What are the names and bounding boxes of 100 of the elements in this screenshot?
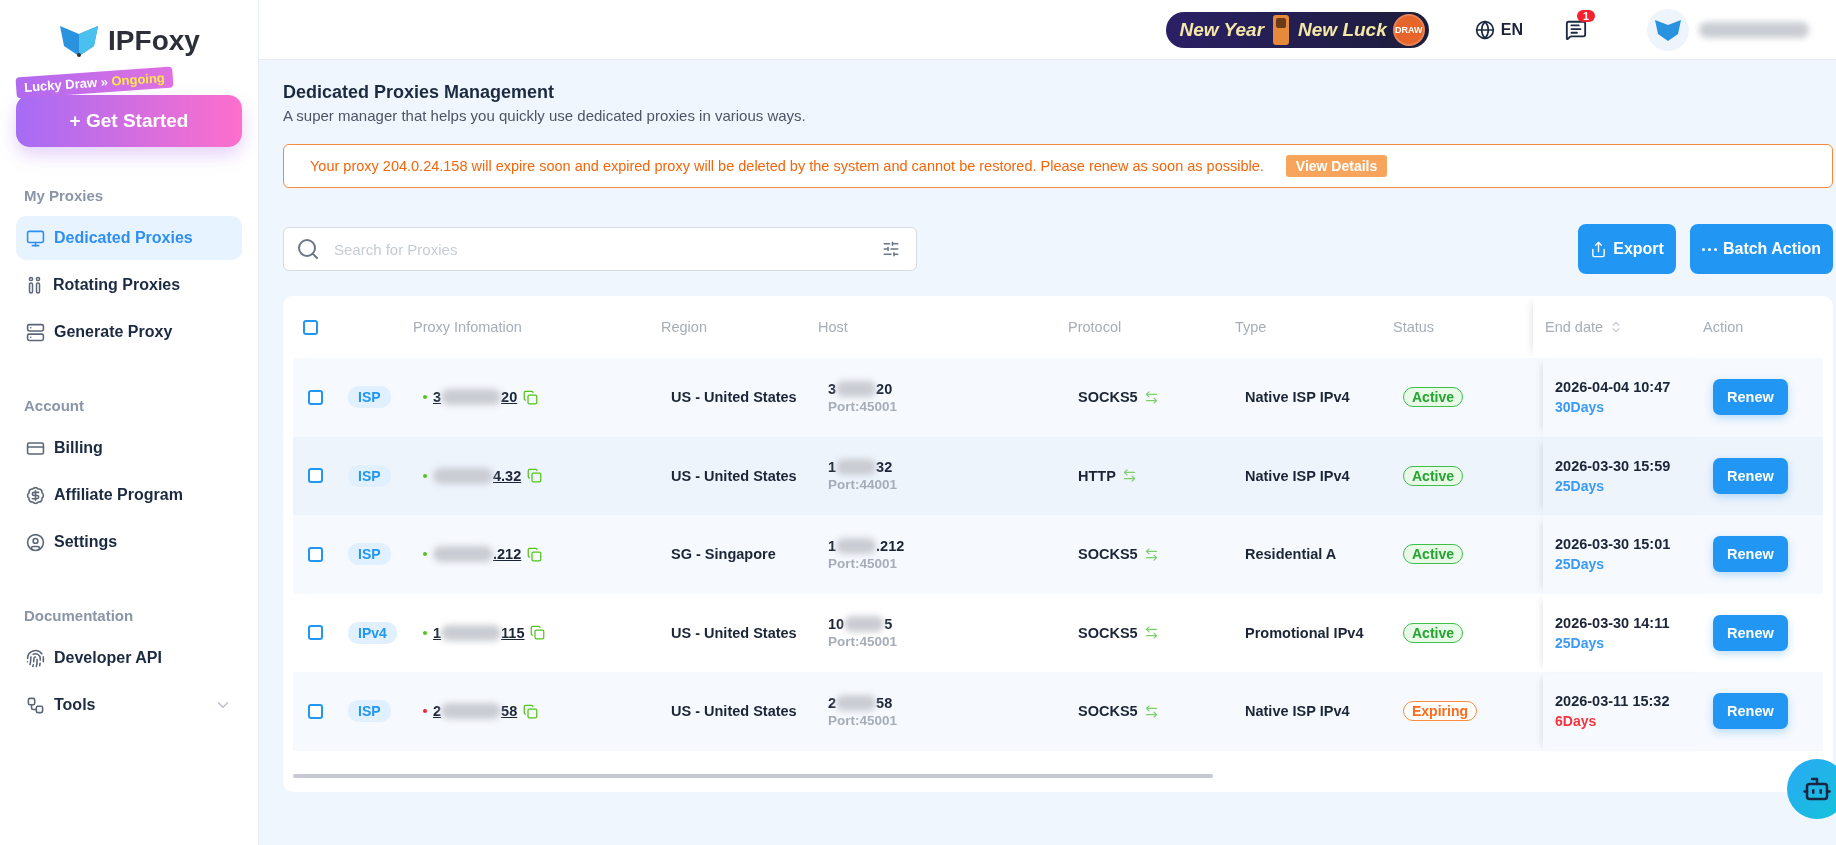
status-badge: Expiring <box>1403 701 1477 722</box>
fox-logo-icon <box>58 24 101 58</box>
port: Port:45001 <box>828 398 898 414</box>
section-title: Documentation <box>24 607 135 624</box>
chat-button[interactable] <box>1787 759 1836 819</box>
port: Port:45001 <box>828 634 898 650</box>
section-title: My Proxies <box>24 187 105 204</box>
status-badge: Active <box>1403 387 1464 408</box>
dollar-icon <box>26 485 45 505</box>
end-date: 2026-03-11 15:32 <box>1555 693 1670 710</box>
brand-name: IPFoxy <box>108 25 200 57</box>
status-badge: Active <box>1403 465 1464 486</box>
proxy-type: Residential A <box>1245 546 1337 563</box>
messages-icon[interactable] <box>1565 18 1587 41</box>
sidebar-item[interactable]: Rotating Proxies <box>16 263 242 307</box>
copy-icon[interactable] <box>527 468 543 484</box>
proxy-tag: ISP <box>348 543 391 566</box>
proxy-type: Native ISP IPv4 <box>1245 389 1350 406</box>
sidebar-item[interactable]: Developer API <box>16 636 242 680</box>
column-header: Type <box>1235 319 1267 335</box>
switch-icon[interactable] <box>1143 546 1159 562</box>
end-date: 2026-03-30 15:01 <box>1555 536 1671 553</box>
host: 10 5 <box>828 616 894 633</box>
end-date: 2026-03-30 15:59 <box>1555 457 1671 474</box>
column-header: End date <box>1545 319 1604 335</box>
column-header: Region <box>661 319 707 335</box>
switch-icon[interactable] <box>1143 389 1159 405</box>
sidebar-item[interactable]: Tools <box>16 683 242 727</box>
page-title: Dedicated Proxies Management <box>283 82 556 103</box>
switch-icon[interactable] <box>1143 625 1159 641</box>
days-left: 25Days <box>1555 556 1606 573</box>
filter-icon[interactable] <box>882 240 900 258</box>
days-left: 30Days <box>1555 399 1606 416</box>
days-left: 25Days <box>1555 477 1606 494</box>
region: US - United States <box>671 467 797 484</box>
days-left: 6Days <box>1555 713 1598 730</box>
language-selector[interactable]: EN <box>1474 19 1523 40</box>
proxy-tag: ISP <box>348 700 391 723</box>
status-badge: Active <box>1403 622 1464 643</box>
row-checkbox[interactable] <box>308 703 323 719</box>
protocol: SOCKS5 <box>1078 546 1138 563</box>
copy-icon[interactable] <box>523 703 539 719</box>
row-checkbox[interactable] <box>308 389 323 405</box>
copy-icon[interactable] <box>530 625 546 641</box>
monitor-icon <box>26 228 45 248</box>
days-left: 25Days <box>1555 634 1606 651</box>
status-badge: Active <box>1403 544 1464 565</box>
sidebar-item[interactable]: Affiliate Program <box>16 473 242 517</box>
export-icon <box>1590 240 1608 258</box>
column-header: Status <box>1393 319 1435 335</box>
column-header: Host <box>818 319 848 335</box>
column-header: Proxy Infomation <box>413 319 522 335</box>
row-checkbox[interactable] <box>308 468 323 484</box>
globe-icon <box>1474 19 1495 40</box>
column-header: Action <box>1703 319 1744 335</box>
region: US - United States <box>671 703 797 720</box>
copy-icon[interactable] <box>523 389 539 405</box>
scrollbar[interactable] <box>293 774 1213 778</box>
protocol: HTTP <box>1078 467 1116 484</box>
host: 1 32 <box>828 459 894 476</box>
fingerprint-icon <box>26 648 45 668</box>
end-date: 2026-04-04 10:47 <box>1555 379 1671 396</box>
port: Port:45001 <box>828 555 899 571</box>
promo-banner[interactable]: New Year New Luck DRAW <box>1165 11 1429 48</box>
switch-icon[interactable] <box>1143 703 1159 719</box>
select-all-checkbox[interactable] <box>303 319 318 335</box>
proxy-tag: ISP <box>348 464 391 487</box>
port: Port:45001 <box>828 712 898 728</box>
page-subtitle: A super manager that helps you quickly use dedicated proxies in various ways. <box>283 107 807 124</box>
proxy-type: Native ISP IPv4 <box>1245 467 1350 484</box>
region: US - United States <box>671 624 797 641</box>
protocol: SOCKS5 <box>1078 703 1138 720</box>
protocol: SOCKS5 <box>1078 624 1138 641</box>
row-checkbox[interactable] <box>308 625 323 641</box>
row-checkbox[interactable] <box>308 546 323 562</box>
server-icon <box>26 322 45 342</box>
region: US - United States <box>671 389 797 406</box>
port: Port:44001 <box>828 477 898 493</box>
lucky-draw-ribbon: Lucky Draw » Ongoing <box>15 66 174 99</box>
copy-icon[interactable] <box>527 546 543 562</box>
switch-icon[interactable] <box>1121 468 1137 484</box>
sidebar-item[interactable]: Billing <box>16 426 242 470</box>
proxy-type: Native ISP IPv4 <box>1245 703 1350 720</box>
proxy-tag: ISP <box>348 386 391 409</box>
host: 2 58 <box>828 694 894 711</box>
search-field[interactable]: Search for Proxies <box>332 239 870 259</box>
search-bar[interactable]: Search for Proxies <box>283 227 917 271</box>
end-date: 2026-03-30 14:11 <box>1555 614 1670 631</box>
sidebar-item[interactable]: Settings <box>16 520 242 564</box>
tools-icon <box>26 695 45 715</box>
column-header: Protocol <box>1068 319 1122 335</box>
notification-count: 1 <box>1577 9 1596 22</box>
host: 1 .212 <box>828 537 905 554</box>
avatar[interactable] <box>1647 8 1689 51</box>
alert-message: Your proxy 204.0.24.158 will expire soon and expired proxy will be deleted by the system and cannot be restored. Please renew as soon as possible. <box>310 158 1264 174</box>
more-icon <box>1701 247 1717 251</box>
sidebar-item[interactable]: Generate Proxy <box>16 310 242 354</box>
region: SG - Singapore <box>671 546 776 563</box>
user-icon <box>26 532 45 552</box>
protocol: SOCKS5 <box>1078 389 1138 406</box>
